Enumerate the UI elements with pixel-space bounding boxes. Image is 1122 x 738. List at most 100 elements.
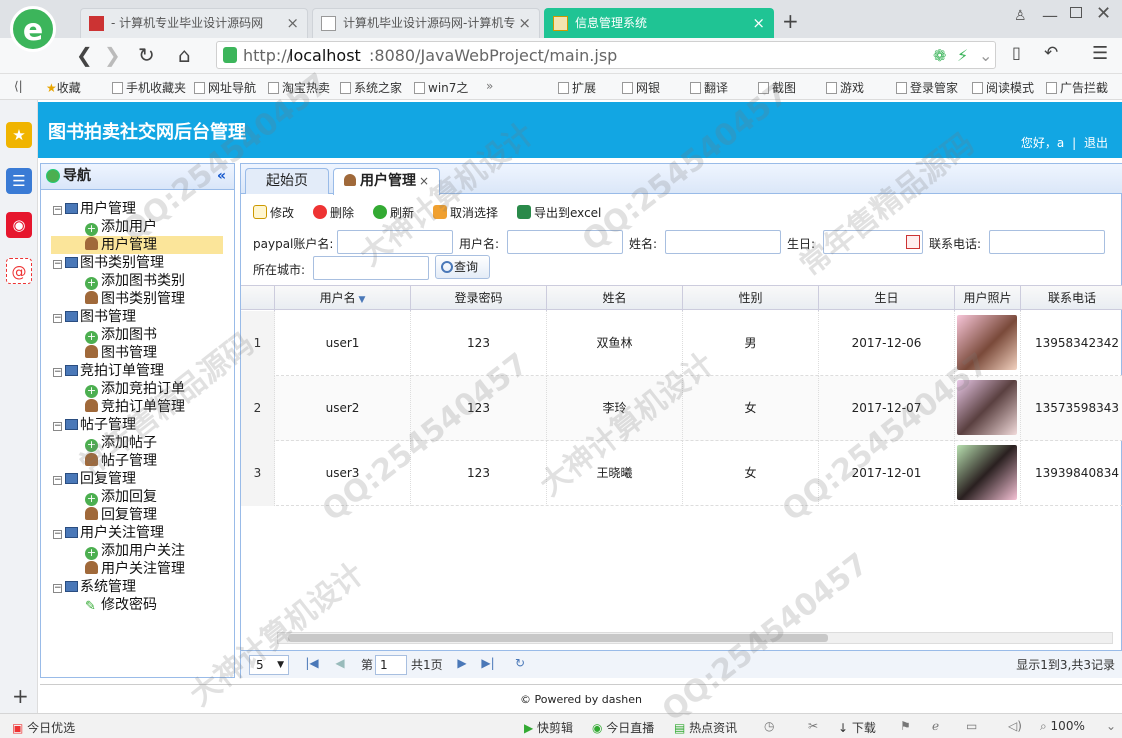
calendar-icon[interactable] [906, 235, 920, 249]
weibo-icon[interactable]: ◉ [6, 212, 32, 238]
collapse-node-icon[interactable]: − [53, 530, 62, 539]
list-icon[interactable]: ☰ [6, 168, 32, 194]
nav-item[interactable]: 帖子管理 [85, 452, 157, 470]
collapse-node-icon[interactable]: − [53, 368, 62, 377]
nav-group[interactable]: − 回复管理 [53, 470, 136, 488]
collapse-node-icon[interactable]: − [53, 314, 62, 323]
query-button[interactable]: 查询 [435, 255, 490, 279]
favorites-star-icon[interactable]: ★ [6, 122, 32, 148]
lightning-icon[interactable]: ⚡ [957, 46, 968, 65]
back-icon[interactable]: ❮ [76, 43, 93, 67]
close-tab-icon[interactable]: × [286, 9, 299, 37]
last-page-icon[interactable]: ▶| [481, 656, 495, 672]
table-row[interactable]: 2 user2 123 李玲女 2017-12-07 13573598343 [241, 376, 1122, 441]
status-item[interactable]: ▤ 热点资讯 [674, 719, 737, 736]
nav-item[interactable]: + 添加图书类别 [85, 272, 185, 290]
logout-link[interactable]: 退出 [1084, 136, 1108, 150]
speed-dial-icon[interactable]: ◷ [764, 719, 774, 733]
clean-icon[interactable]: ✂ [808, 719, 818, 733]
toolbar-item[interactable]: 扩展 [558, 79, 596, 96]
collapse-node-icon[interactable]: − [53, 476, 62, 485]
speed-icon[interactable]: ❁ [933, 46, 946, 65]
user-photo[interactable] [957, 315, 1017, 370]
chevron-down-icon[interactable]: ⌄ [1106, 719, 1116, 733]
nav-item[interactable]: 图书类别管理 [85, 290, 185, 308]
collapse-node-icon[interactable]: − [53, 260, 62, 269]
bookmark-item[interactable]: 系统之家 [340, 79, 402, 96]
bookmark-item[interactable]: 网址导航 [194, 79, 256, 96]
status-item[interactable]: ◉ 今日直播 [592, 719, 654, 736]
collapse-node-icon[interactable]: − [53, 584, 62, 593]
column-header[interactable]: 登录密码 [411, 286, 547, 311]
bookmark-item[interactable]: 手机收藏夹 [112, 79, 186, 96]
url-field[interactable]: http:// localhost :8080/JavaWebProject/m… [216, 41, 996, 69]
birthday-input[interactable] [823, 230, 923, 254]
collapse-node-icon[interactable]: − [53, 422, 62, 431]
tab-user-management[interactable]: 用户管理 × [333, 168, 441, 195]
nav-item[interactable]: + 添加竞拍订单 [85, 380, 185, 398]
sidebar-toggle-icon[interactable]: ⟨| [14, 79, 23, 93]
close-window-icon[interactable]: ✕ [1096, 3, 1111, 24]
nav-item[interactable]: + 添加回复 [85, 488, 157, 506]
phone-icon[interactable]: ▯ [1012, 43, 1021, 62]
next-page-icon[interactable]: ▶ [455, 656, 469, 672]
page-number-input[interactable]: 1 [375, 655, 407, 675]
edit-button[interactable]: 修改 [253, 204, 294, 221]
toolbar-item[interactable]: 翻译 [690, 79, 728, 96]
reload-page-icon[interactable]: ↻ [513, 656, 527, 672]
mail-icon[interactable]: @ [6, 258, 32, 284]
table-row[interactable]: 1 user1 123 双鱼林男 2017-12-06 13958342342 [241, 311, 1122, 376]
nav-group[interactable]: − 图书类别管理 [53, 254, 164, 272]
reload-icon[interactable]: ↻ [138, 43, 155, 67]
nav-group[interactable]: − 帖子管理 [53, 416, 136, 434]
menu-icon[interactable]: ☰ [1092, 43, 1108, 64]
user-photo[interactable] [957, 445, 1017, 500]
toolbar-item[interactable]: 广告拦截 [1046, 79, 1108, 96]
ie-icon[interactable]: ℯ [932, 719, 939, 733]
nav-item[interactable]: 用户管理 [51, 236, 223, 254]
nav-item[interactable]: 图书管理 [85, 344, 157, 362]
toolbar-item[interactable]: 游戏 [826, 79, 864, 96]
delete-button[interactable]: 删除 [313, 204, 354, 221]
column-header[interactable]: 用户名 ▼ [275, 286, 411, 311]
nav-item[interactable]: 用户关注管理 [85, 560, 185, 578]
minimize-icon[interactable]: — [1042, 6, 1058, 25]
nav-group[interactable]: − 竞拍订单管理 [53, 362, 164, 380]
home-icon[interactable]: ⌂ [178, 43, 191, 67]
nav-group[interactable]: − 系统管理 [53, 578, 136, 596]
nav-group[interactable]: − 图书管理 [53, 308, 136, 326]
column-header[interactable]: 用户照片 [955, 286, 1021, 311]
nav-group[interactable]: − 用户关注管理 [53, 524, 164, 542]
volume-icon[interactable]: ◁) [1008, 719, 1022, 733]
name-input[interactable] [665, 230, 781, 254]
first-page-icon[interactable]: |◀ [305, 656, 319, 672]
shirt-icon[interactable]: ♙ [1014, 8, 1027, 24]
table-row[interactable]: 3 user3 123 王晓曦女 2017-12-01 13939840834 [241, 441, 1122, 506]
dropdown-icon[interactable]: ⌄ [979, 46, 992, 65]
nav-item[interactable]: + 添加用户 [85, 218, 157, 236]
nav-item[interactable]: + 添加帖子 [85, 434, 157, 452]
status-item[interactable]: ▶ 快剪辑 [524, 719, 573, 736]
more-bookmarks-icon[interactable]: » [486, 79, 493, 93]
cancel-select-button[interactable]: 取消选择 [433, 204, 498, 221]
browser-tab-active[interactable]: 信息管理系统 × [544, 8, 774, 38]
maximize-icon[interactable] [1070, 7, 1082, 18]
browser-tab[interactable]: 计算机毕业设计源码网-计算机专 × [312, 8, 540, 38]
bookmark-item[interactable]: ★收藏 [46, 79, 81, 96]
collapse-node-icon[interactable]: − [53, 206, 62, 215]
nav-group[interactable]: − 用户管理 [53, 200, 136, 218]
collapse-nav-icon[interactable]: « [217, 164, 226, 189]
bookmark-item[interactable]: 淘宝热卖 [268, 79, 330, 96]
browser-logo-icon[interactable]: e [10, 6, 56, 52]
prev-page-icon[interactable]: ◀ [333, 656, 347, 672]
toolbar-item[interactable]: 网银 [622, 79, 660, 96]
screen-icon[interactable]: ▭ [966, 719, 977, 733]
add-sidebar-icon[interactable]: + [12, 684, 29, 708]
toolbar-item[interactable]: 截图 [758, 79, 796, 96]
column-header[interactable]: 性别 [683, 286, 819, 311]
nav-item[interactable]: ✎ 修改密码 [85, 596, 157, 614]
nav-item[interactable]: 回复管理 [85, 506, 157, 524]
nav-item[interactable]: + 添加图书 [85, 326, 157, 344]
phone-input[interactable] [989, 230, 1105, 254]
scroll-thumb[interactable] [288, 634, 828, 642]
